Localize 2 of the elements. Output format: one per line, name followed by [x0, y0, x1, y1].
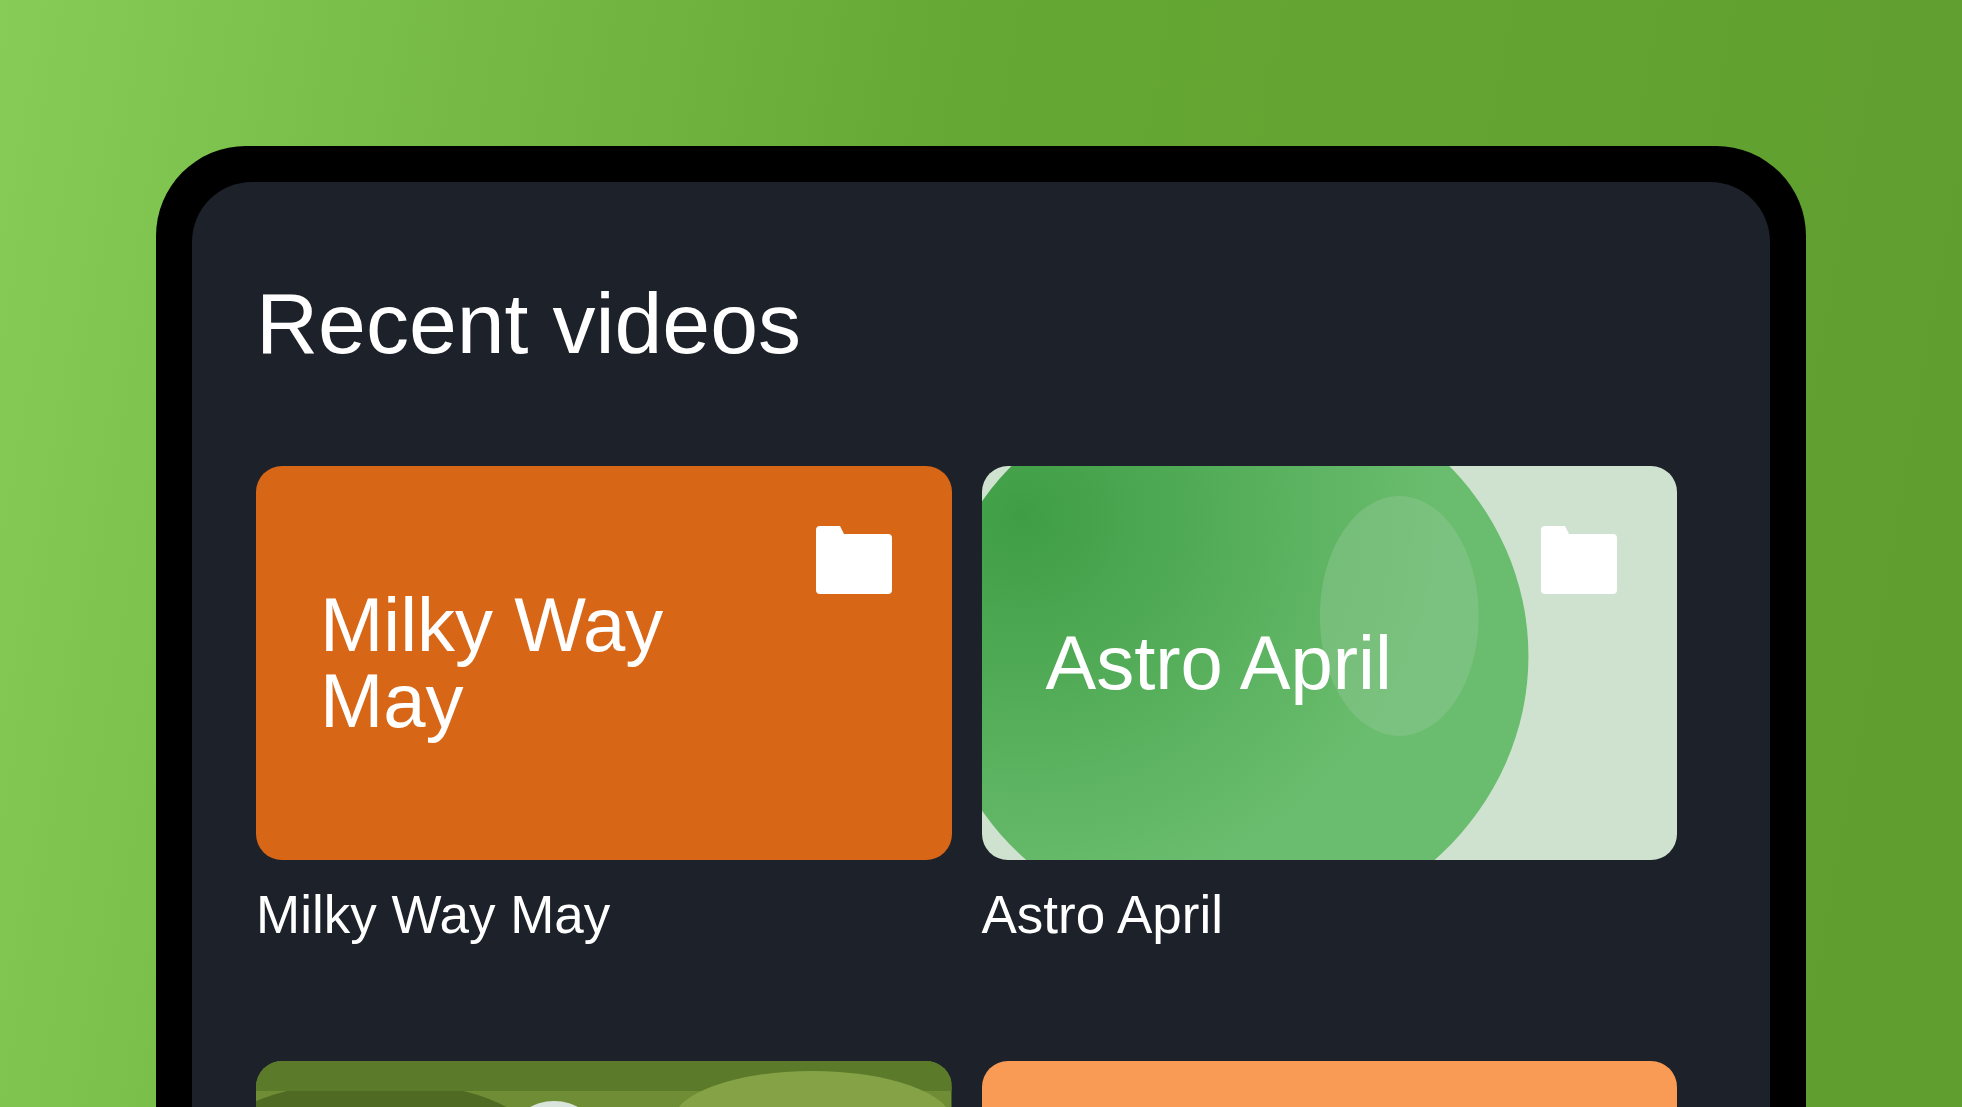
video-card[interactable]: Milky Way May — [256, 466, 952, 860]
page-title: Recent videos — [256, 280, 802, 366]
